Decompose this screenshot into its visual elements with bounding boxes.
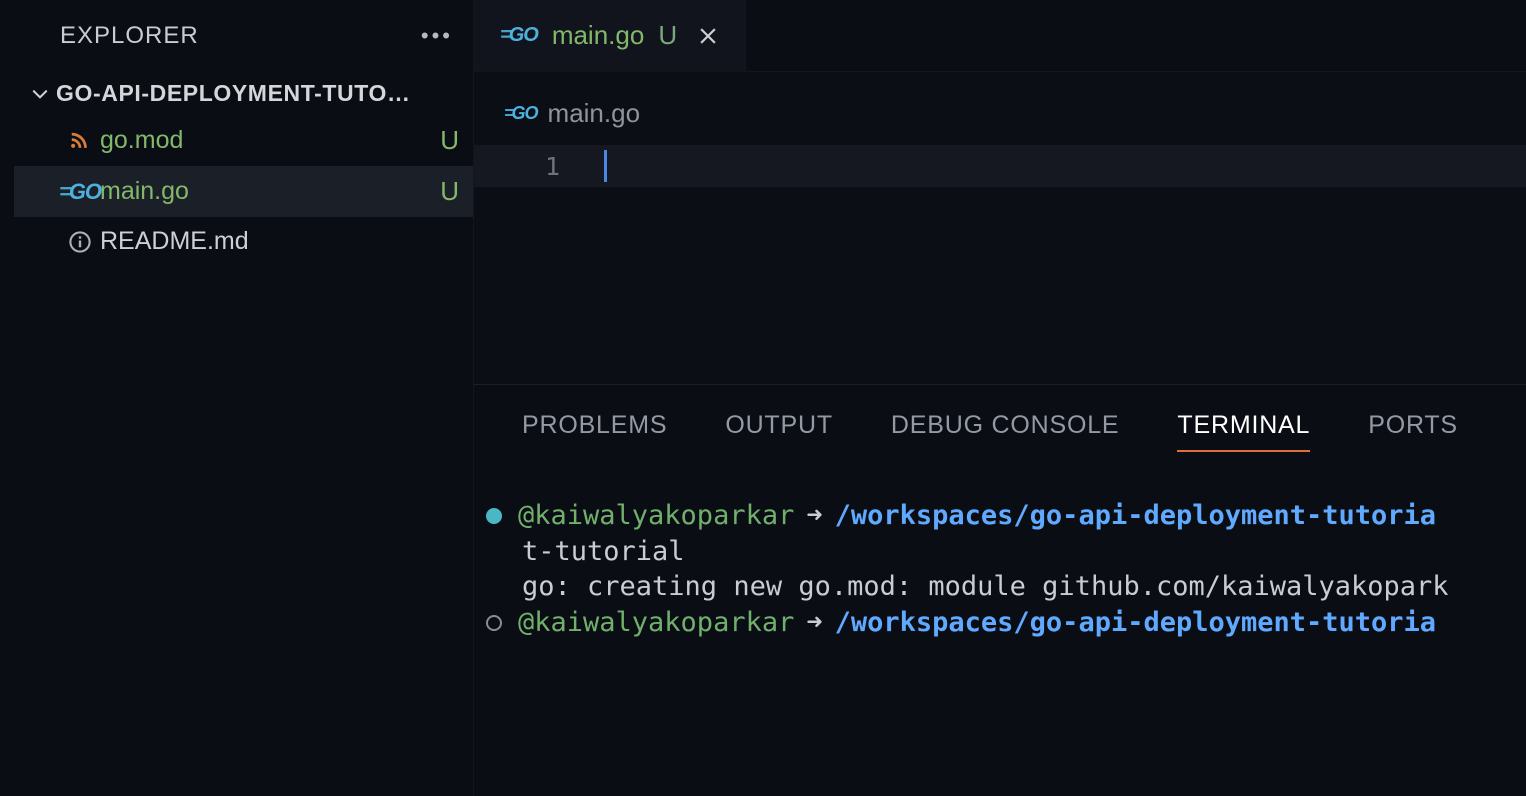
terminal-path: /workspaces/go-api-deployment-tutoria xyxy=(835,605,1436,641)
more-icon[interactable]: ••• xyxy=(421,23,453,49)
tab-debug-console[interactable]: DEBUG CONSOLE xyxy=(891,411,1120,452)
terminal-user: @kaiwalyakoparkar xyxy=(518,498,794,534)
tab-filename: main.go xyxy=(552,20,645,51)
tab-problems[interactable]: PROBLEMS xyxy=(522,411,667,452)
git-status-untracked: U xyxy=(440,176,459,207)
terminal-path: /workspaces/go-api-deployment-tutoria xyxy=(835,498,1436,534)
explorer-title: EXPLORER xyxy=(60,22,199,50)
explorer-sidebar: EXPLORER ••• GO-API-DEPLOYMENT-TUTO… go.… xyxy=(0,0,474,796)
arrow-icon: ➜ xyxy=(804,498,824,534)
terminal-line: @kaiwalyakoparkar ➜ /workspaces/go-api-d… xyxy=(486,498,1526,534)
file-row-go-mod[interactable]: go.mod U xyxy=(14,115,473,166)
editor-line: 1 xyxy=(474,145,1526,187)
terminal-line: t-tutorial xyxy=(486,534,1526,570)
editor-cursor xyxy=(604,150,607,182)
bottom-panel: PROBLEMS OUTPUT DEBUG CONSOLE TERMINAL P… xyxy=(474,384,1526,796)
main-area: =GO main.go U =GO main.go 1 PROBLEMS OUT… xyxy=(474,0,1526,796)
breadcrumb-file: main.go xyxy=(548,98,641,129)
tab-output[interactable]: OUTPUT xyxy=(725,411,833,452)
arrow-icon: ➜ xyxy=(804,605,824,641)
prompt-bullet-icon xyxy=(486,508,502,524)
go-icon: =GO xyxy=(504,103,538,124)
prompt-bullet-icon xyxy=(486,615,502,631)
file-name: main.go xyxy=(100,177,440,206)
explorer-header: EXPLORER ••• xyxy=(14,0,473,72)
folder-name: GO-API-DEPLOYMENT-TUTO… xyxy=(56,80,463,107)
go-icon: =GO xyxy=(500,24,538,47)
terminal-text: go: creating new go.mod: module github.c… xyxy=(522,569,1449,605)
terminal-user: @kaiwalyakoparkar xyxy=(518,605,794,641)
editor-tabs-bar: =GO main.go U xyxy=(474,0,1526,72)
rss-icon xyxy=(60,130,100,152)
panel-tabs: PROBLEMS OUTPUT DEBUG CONSOLE TERMINAL P… xyxy=(474,385,1526,474)
code-editor[interactable]: 1 xyxy=(474,143,1526,384)
tab-ports[interactable]: PORTS xyxy=(1368,411,1458,452)
info-icon xyxy=(60,230,100,254)
chevron-down-icon xyxy=(24,85,56,103)
terminal[interactable]: @kaiwalyakoparkar ➜ /workspaces/go-api-d… xyxy=(474,474,1526,641)
file-name: README.md xyxy=(100,227,459,256)
line-number: 1 xyxy=(474,152,604,181)
breadcrumb[interactable]: =GO main.go xyxy=(474,72,1526,143)
terminal-text: t-tutorial xyxy=(522,534,685,570)
terminal-line: go: creating new go.mod: module github.c… xyxy=(486,569,1526,605)
editor-tab-main-go[interactable]: =GO main.go U xyxy=(474,0,746,71)
file-row-main-go[interactable]: =GO main.go U xyxy=(14,166,473,217)
folder-root[interactable]: GO-API-DEPLOYMENT-TUTO… xyxy=(14,72,473,115)
file-name: go.mod xyxy=(100,126,440,155)
tab-terminal[interactable]: TERMINAL xyxy=(1177,411,1310,452)
close-icon[interactable] xyxy=(691,23,725,49)
git-status-untracked: U xyxy=(440,125,459,156)
go-icon: =GO xyxy=(60,179,100,205)
terminal-line: @kaiwalyakoparkar ➜ /workspaces/go-api-d… xyxy=(486,605,1526,641)
file-row-readme[interactable]: README.md xyxy=(14,217,473,266)
tab-git-status: U xyxy=(658,20,677,51)
